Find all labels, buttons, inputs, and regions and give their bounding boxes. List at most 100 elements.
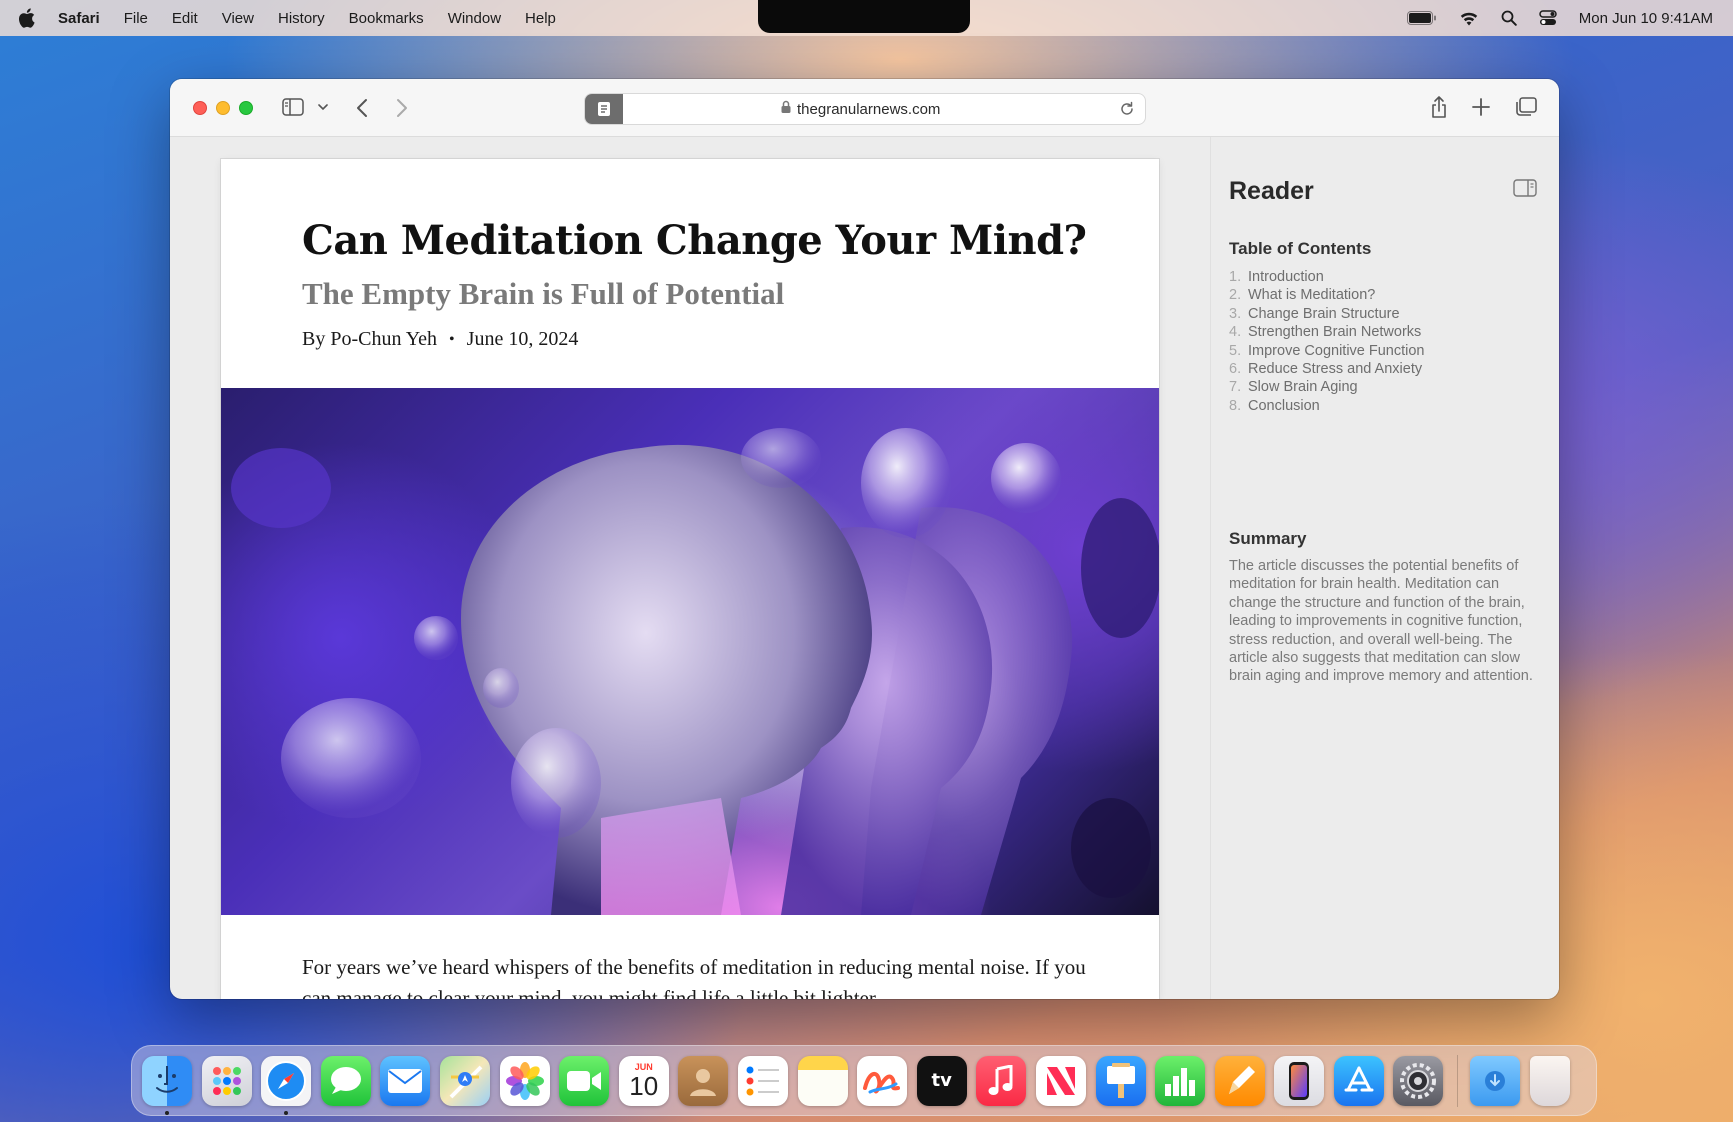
sidebar-icon[interactable]	[282, 98, 304, 116]
article-date: June 10, 2024	[466, 328, 579, 350]
dock-maps-icon[interactable]	[439, 1055, 490, 1106]
toc-item-what-is-meditation[interactable]: 2. What is Meditation?	[1229, 286, 1425, 304]
chevron-down-icon[interactable]	[318, 104, 328, 111]
browser-toolbar: thegranularnews.com	[170, 79, 1559, 137]
running-indicator	[165, 1110, 169, 1115]
sidebar-toggle-icon[interactable]	[1513, 179, 1537, 202]
menu-view[interactable]: View	[222, 10, 254, 27]
dock-trash-icon[interactable]	[1529, 1055, 1570, 1106]
menu-window[interactable]: Window	[448, 10, 501, 27]
dock-pages-icon[interactable]	[1214, 1055, 1265, 1106]
toc-number: 4.	[1229, 324, 1242, 341]
toc-number: 3.	[1229, 305, 1242, 322]
tab-overview-icon[interactable]	[1515, 97, 1537, 117]
reader-title: Reader	[1229, 177, 1314, 205]
safari-window: thegranularnews.com Can Meditation Chang…	[170, 79, 1559, 999]
toc-number: 5.	[1229, 342, 1242, 359]
dock-keynote-icon[interactable]	[1095, 1055, 1146, 1106]
menu-history[interactable]: History	[278, 10, 325, 27]
apple-menu-icon[interactable]	[18, 8, 36, 28]
reader-sidebar: Reader Table of Contents 1. Introduction …	[1210, 137, 1559, 999]
menu-help[interactable]: Help	[525, 10, 556, 27]
byline-separator: •	[449, 330, 455, 348]
dock-finder-icon[interactable]	[142, 1055, 192, 1115]
search-icon[interactable]	[1501, 10, 1517, 26]
camera-notch	[758, 0, 970, 33]
dock-downloads-folder-icon[interactable]	[1470, 1055, 1521, 1106]
toc-item-conclusion[interactable]: 8. Conclusion	[1229, 397, 1425, 415]
toc-item-strengthen-brain-networks[interactable]: 4. Strengthen Brain Networks	[1229, 323, 1425, 341]
toc-item-introduction[interactable]: 1. Introduction	[1229, 268, 1425, 286]
dock-mail-icon[interactable]	[380, 1055, 431, 1106]
dock-facetime-icon[interactable]	[559, 1055, 610, 1106]
dock-news-icon[interactable]	[1035, 1055, 1086, 1106]
minimize-window-button[interactable]	[216, 101, 230, 115]
toc-item-slow-brain-aging[interactable]: 7. Slow Brain Aging	[1229, 378, 1425, 396]
toc-item-change-brain-structure[interactable]: 3. Change Brain Structure	[1229, 305, 1425, 323]
dock-freeform-icon[interactable]	[857, 1055, 908, 1106]
menu-edit[interactable]: Edit	[172, 10, 198, 27]
dock-app-store-icon[interactable]	[1333, 1055, 1384, 1106]
dock-contacts-icon[interactable]	[678, 1055, 729, 1106]
reader-icon[interactable]	[585, 94, 623, 124]
menu-bar: Safari File Edit View History Bookmarks …	[0, 0, 1733, 36]
dock-iphone-mirroring-icon[interactable]	[1274, 1055, 1325, 1106]
lock-icon	[781, 100, 791, 118]
new-tab-icon[interactable]	[1472, 98, 1490, 116]
toc-label: Strengthen Brain Networks	[1248, 324, 1422, 341]
dock-numbers-icon[interactable]	[1155, 1055, 1206, 1106]
toc-item-improve-cognitive-function[interactable]: 5. Improve Cognitive Function	[1229, 342, 1425, 360]
article-author: By Po-Chun Yeh	[302, 328, 438, 350]
zoom-window-button[interactable]	[239, 101, 253, 115]
dock-tv-icon[interactable]: tv	[916, 1055, 967, 1106]
table-of-contents: 1. Introduction 2. What is Meditation? 3. C…	[1229, 268, 1425, 415]
dock-launchpad-icon[interactable]	[201, 1055, 252, 1106]
toc-label: Reduce Stress and Anxiety	[1248, 361, 1423, 378]
dock: JUN 10 tv	[131, 1045, 1597, 1116]
dock-calendar-icon[interactable]: JUN 10	[618, 1055, 669, 1106]
control-center-icon[interactable]	[1539, 10, 1557, 26]
toc-number: 7.	[1229, 379, 1242, 396]
menu-bookmarks[interactable]: Bookmarks	[349, 10, 424, 27]
hero-image	[221, 388, 1159, 915]
dock-system-settings-icon[interactable]	[1393, 1055, 1444, 1106]
toc-label: Improve Cognitive Function	[1248, 342, 1425, 359]
calendar-month: JUN	[634, 1061, 653, 1072]
toc-number: 8.	[1229, 397, 1242, 414]
article-byline: By Po-Chun Yeh • June 10, 2024	[302, 328, 578, 351]
toc-item-reduce-stress[interactable]: 6. Reduce Stress and Anxiety	[1229, 360, 1425, 378]
dock-reminders-icon[interactable]	[737, 1055, 788, 1106]
toc-label: What is Meditation?	[1248, 287, 1376, 304]
toc-heading: Table of Contents	[1229, 239, 1372, 258]
tv-label: tv	[931, 1070, 952, 1091]
dock-separator	[1457, 1054, 1459, 1107]
toc-number: 6.	[1229, 361, 1242, 378]
toc-label: Introduction	[1248, 269, 1324, 285]
back-icon[interactable]	[356, 98, 368, 118]
toc-label: Change Brain Structure	[1248, 305, 1400, 322]
wifi-icon[interactable]	[1459, 11, 1479, 26]
running-indicator	[284, 1110, 289, 1115]
forward-icon[interactable]	[396, 98, 408, 118]
article-title: Can Meditation Change Your Mind?	[302, 217, 1087, 264]
hero-illustration	[231, 428, 1159, 915]
summary-text: The article discusses the potential bene…	[1229, 558, 1533, 685]
dock-safari-icon[interactable]	[261, 1055, 312, 1115]
menubar-clock[interactable]: Mon Jun 10 9:41AM	[1579, 10, 1713, 27]
menu-app-name[interactable]: Safari	[58, 10, 100, 27]
toc-label: Conclusion	[1248, 397, 1320, 414]
dock-notes-icon[interactable]	[797, 1055, 848, 1106]
battery-icon[interactable]	[1406, 11, 1437, 25]
calendar-day: 10	[629, 1070, 659, 1101]
reader-article: Can Meditation Change Your Mind? The Emp…	[221, 159, 1159, 999]
share-icon[interactable]	[1430, 95, 1448, 119]
url-text[interactable]: thegranularnews.com	[797, 101, 940, 118]
dock-photos-icon[interactable]	[499, 1055, 550, 1106]
close-window-button[interactable]	[193, 101, 207, 115]
toc-number: 1.	[1229, 269, 1242, 285]
address-bar[interactable]: thegranularnews.com	[584, 93, 1146, 125]
reload-icon[interactable]	[1119, 101, 1135, 122]
dock-music-icon[interactable]	[976, 1055, 1027, 1106]
dock-messages-icon[interactable]	[320, 1055, 371, 1106]
menu-file[interactable]: File	[124, 10, 148, 27]
